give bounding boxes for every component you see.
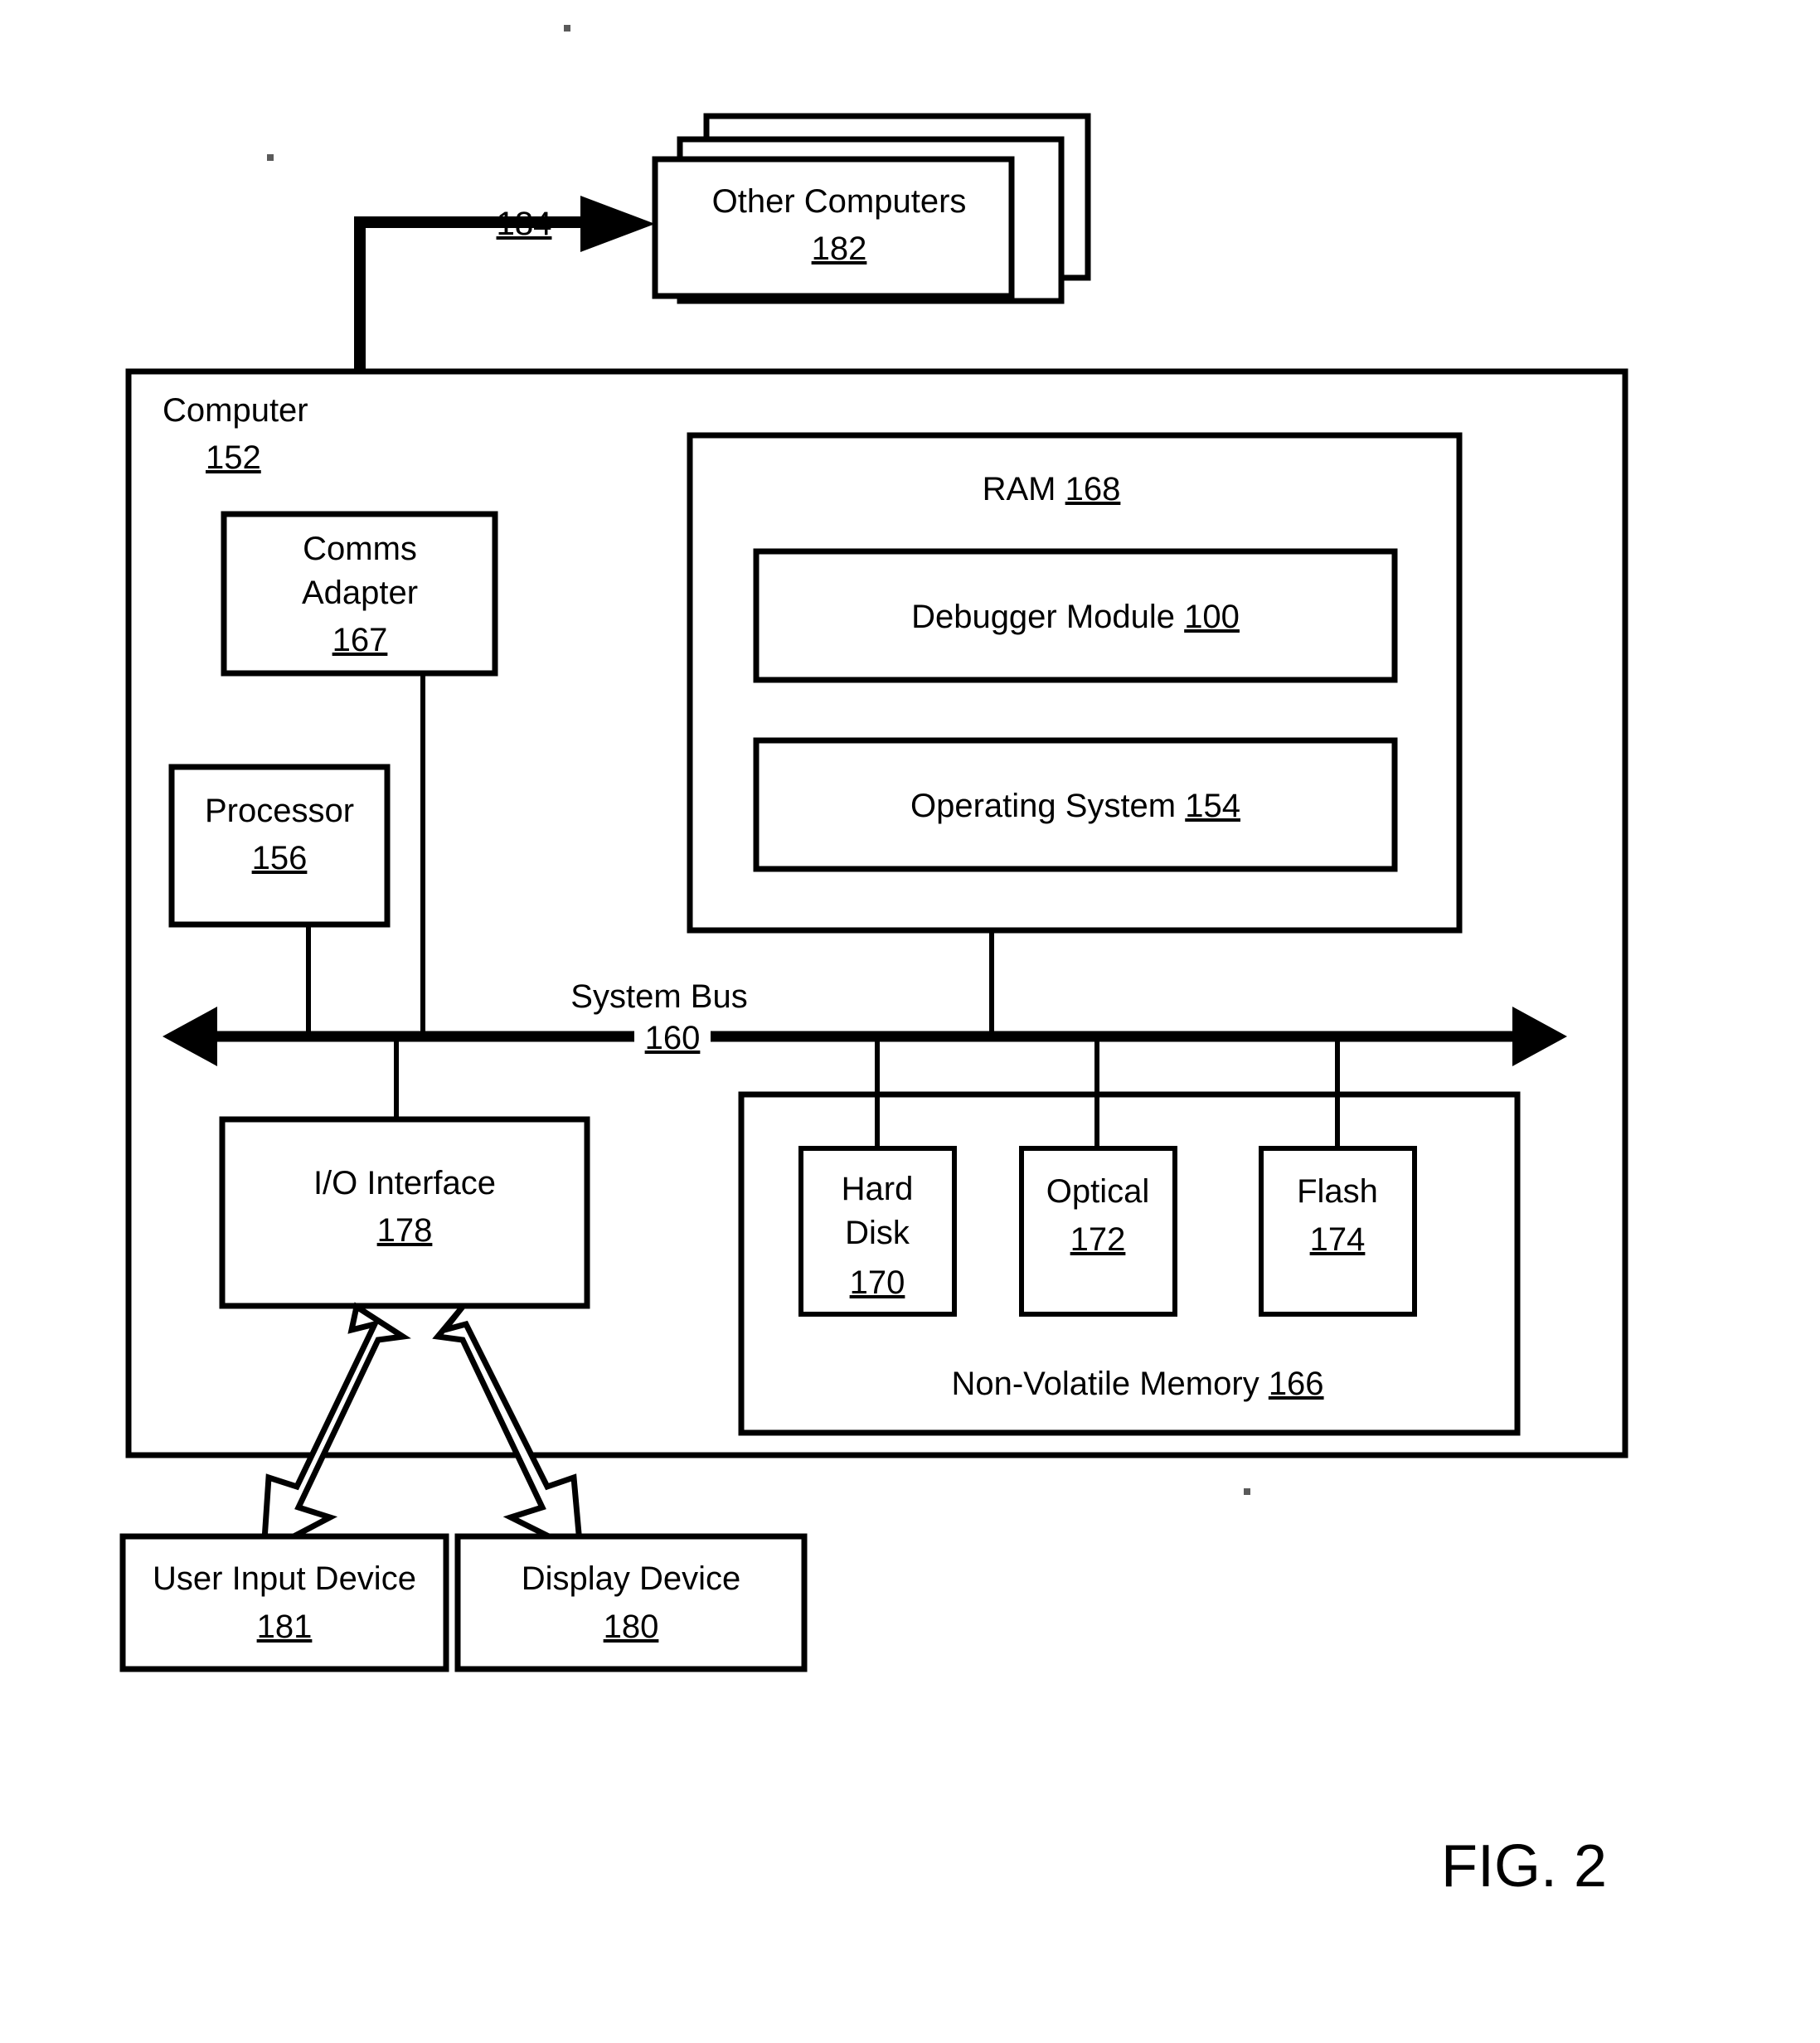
scan-speck (1244, 1488, 1250, 1495)
hard-disk-ref: 170 (850, 1264, 905, 1301)
figure-caption: FIG. 2 (1441, 1833, 1607, 1900)
processor-ref: 156 (252, 840, 308, 876)
debugger-module-label: Debugger Module 100 (911, 599, 1240, 635)
debugger-module-label-text: Debugger Module (911, 599, 1175, 635)
ram-node: RAM 168 Debugger Module 100 Operating Sy… (687, 432, 1463, 934)
display-device-box (454, 1533, 808, 1672)
network-link-ref-overlay: 184 (497, 206, 552, 242)
user-input-device-node: User Input Device 181 (119, 1533, 449, 1672)
non-volatile-memory-ref: 166 (1269, 1366, 1324, 1402)
flash-label: Flash (1297, 1173, 1378, 1210)
hard-disk-label-line2: Disk (845, 1215, 910, 1251)
scan-speck (564, 25, 570, 32)
non-volatile-memory-label-text: Non-Volatile Memory (951, 1366, 1259, 1402)
io-interface-node: I/O Interface 178 (219, 1116, 590, 1309)
computer-label: Computer (163, 392, 308, 429)
operating-system-ref: 154 (1185, 788, 1240, 824)
optical-label: Optical (1046, 1173, 1150, 1210)
other-computers-label: Other Computers (712, 183, 967, 220)
display-device-label: Display Device (522, 1560, 741, 1597)
operating-system-label: Operating System 154 (910, 788, 1240, 824)
other-computers-ref: 182 (812, 231, 867, 267)
processor-label: Processor (205, 793, 354, 829)
ram-label: RAM 168 (983, 471, 1121, 507)
other-computers-stack: Other Computers 182 (652, 113, 1091, 304)
processor-node: Processor 156 (168, 764, 391, 928)
figure-2-block-diagram: Other Computers 182 184 184 Computer 152… (119, 25, 1628, 1900)
hard-disk-label-line1: Hard (842, 1171, 914, 1207)
comms-adapter-label-line2: Adapter (302, 575, 418, 611)
operating-system-label-text: Operating System (910, 788, 1176, 824)
network-link-right-arrowhead (580, 196, 655, 252)
flash-ref: 174 (1310, 1221, 1366, 1258)
display-device-node: Display Device 180 (454, 1533, 808, 1672)
ram-ref: 168 (1065, 471, 1121, 507)
comms-adapter-ref: 167 (332, 622, 388, 658)
other-computers-box (652, 156, 1015, 299)
optical-ref: 172 (1070, 1221, 1126, 1258)
comms-adapter-label-line1: Comms (303, 531, 417, 567)
user-input-device-box (119, 1533, 449, 1672)
scan-speck (267, 154, 274, 161)
non-volatile-memory-label: Non-Volatile Memory 166 (951, 1366, 1323, 1402)
ram-label-text: RAM (983, 471, 1056, 507)
comms-adapter-node: Comms Adapter 167 (221, 511, 498, 677)
user-input-device-label: User Input Device (153, 1560, 416, 1597)
system-bus-ref: 160 (645, 1020, 701, 1056)
computer-ref: 152 (206, 439, 261, 476)
io-interface-ref: 178 (377, 1212, 433, 1249)
debugger-module-ref: 100 (1184, 599, 1240, 635)
system-bus-label: System Bus (570, 978, 747, 1015)
non-volatile-memory-node: Hard Disk 170 Optical 172 Flash 174 Non-… (738, 1036, 1521, 1436)
display-device-ref: 180 (604, 1609, 659, 1645)
user-input-device-ref: 181 (257, 1609, 313, 1645)
io-interface-label: I/O Interface (313, 1165, 496, 1201)
